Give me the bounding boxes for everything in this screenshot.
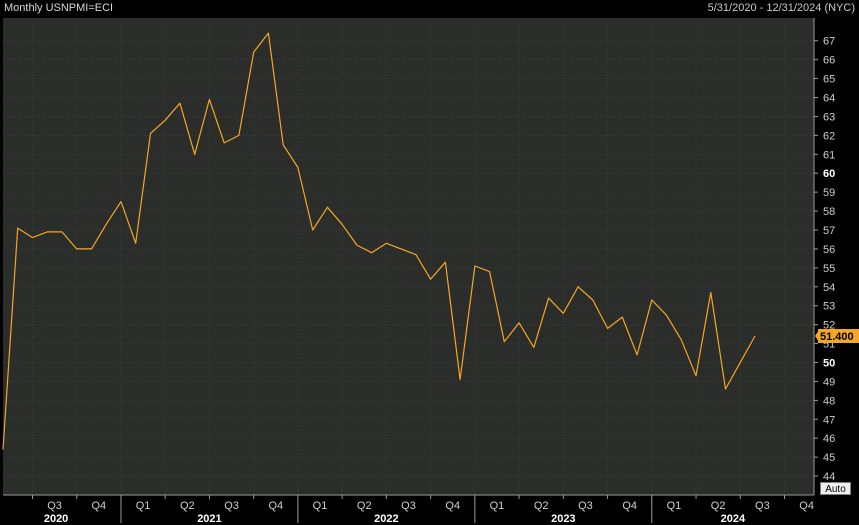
y-tick-label: 61 — [823, 149, 835, 161]
x-tick-label: Q3 — [224, 500, 239, 512]
y-tick-label: 46 — [823, 433, 835, 445]
year-label: 2024 — [721, 513, 746, 525]
x-tick-label: Q4 — [268, 500, 283, 512]
y-tick-label: 59 — [823, 187, 835, 199]
plot-area — [3, 18, 814, 495]
year-label: 2023 — [551, 513, 575, 525]
x-tick-label: Q2 — [534, 500, 549, 512]
x-tick-label: Q3 — [47, 500, 62, 512]
y-tick-label: 55 — [823, 263, 835, 275]
auto-scale-button[interactable]: Auto — [820, 482, 851, 495]
x-tick-label: Q2 — [180, 500, 195, 512]
y-tick-label: 49 — [823, 376, 835, 388]
y-tick-label: 53 — [823, 301, 835, 313]
x-tick-label: Q3 — [578, 500, 593, 512]
last-value-label: 51.400 — [820, 331, 854, 343]
x-tick-label: Q3 — [401, 500, 416, 512]
x-tick-label: Q4 — [622, 500, 637, 512]
y-tick-label: 45 — [823, 452, 835, 464]
chart: 4445464748495051525354555657585960616263… — [0, 0, 859, 525]
x-tick-label: Q2 — [711, 500, 726, 512]
y-tick-label: 54 — [823, 282, 835, 294]
year-label: 2020 — [44, 513, 68, 525]
x-tick-label: Q3 — [755, 500, 770, 512]
x-tick-label: Q4 — [445, 500, 460, 512]
x-tick-label: Q4 — [92, 500, 107, 512]
year-label: 2022 — [374, 513, 398, 525]
y-tick-label: 57 — [823, 225, 835, 237]
y-tick-label: 48 — [823, 395, 835, 407]
y-tick-label: 63 — [823, 111, 835, 123]
y-tick-label: 64 — [823, 93, 835, 105]
y-tick-label: 50 — [823, 358, 835, 370]
y-tick-label: 65 — [823, 74, 835, 86]
x-tick-label: Q1 — [490, 500, 505, 512]
y-tick-label: 67 — [823, 36, 835, 48]
y-tick-label: 66 — [823, 55, 835, 67]
y-tick-label: 58 — [823, 206, 835, 218]
last-value-marker: 51.400 — [815, 329, 859, 343]
chart-title: Monthly USNPMI=ECI — [4, 2, 114, 14]
x-tick-label: Q1 — [136, 500, 151, 512]
x-tick-label: Q4 — [799, 500, 814, 512]
y-tick-label: 62 — [823, 130, 835, 142]
x-tick-label: Q1 — [667, 500, 682, 512]
year-label: 2021 — [197, 513, 221, 525]
y-tick-label: 56 — [823, 244, 835, 256]
date-range: 5/31/2020 - 12/31/2024 (NYC) — [707, 2, 855, 14]
title-bar: Monthly USNPMI=ECI 5/31/2020 - 12/31/202… — [0, 0, 859, 17]
y-tick-label: 60 — [823, 168, 835, 180]
y-tick-label: 47 — [823, 414, 835, 426]
x-tick-label: Q2 — [357, 500, 372, 512]
x-tick-label: Q1 — [313, 500, 328, 512]
